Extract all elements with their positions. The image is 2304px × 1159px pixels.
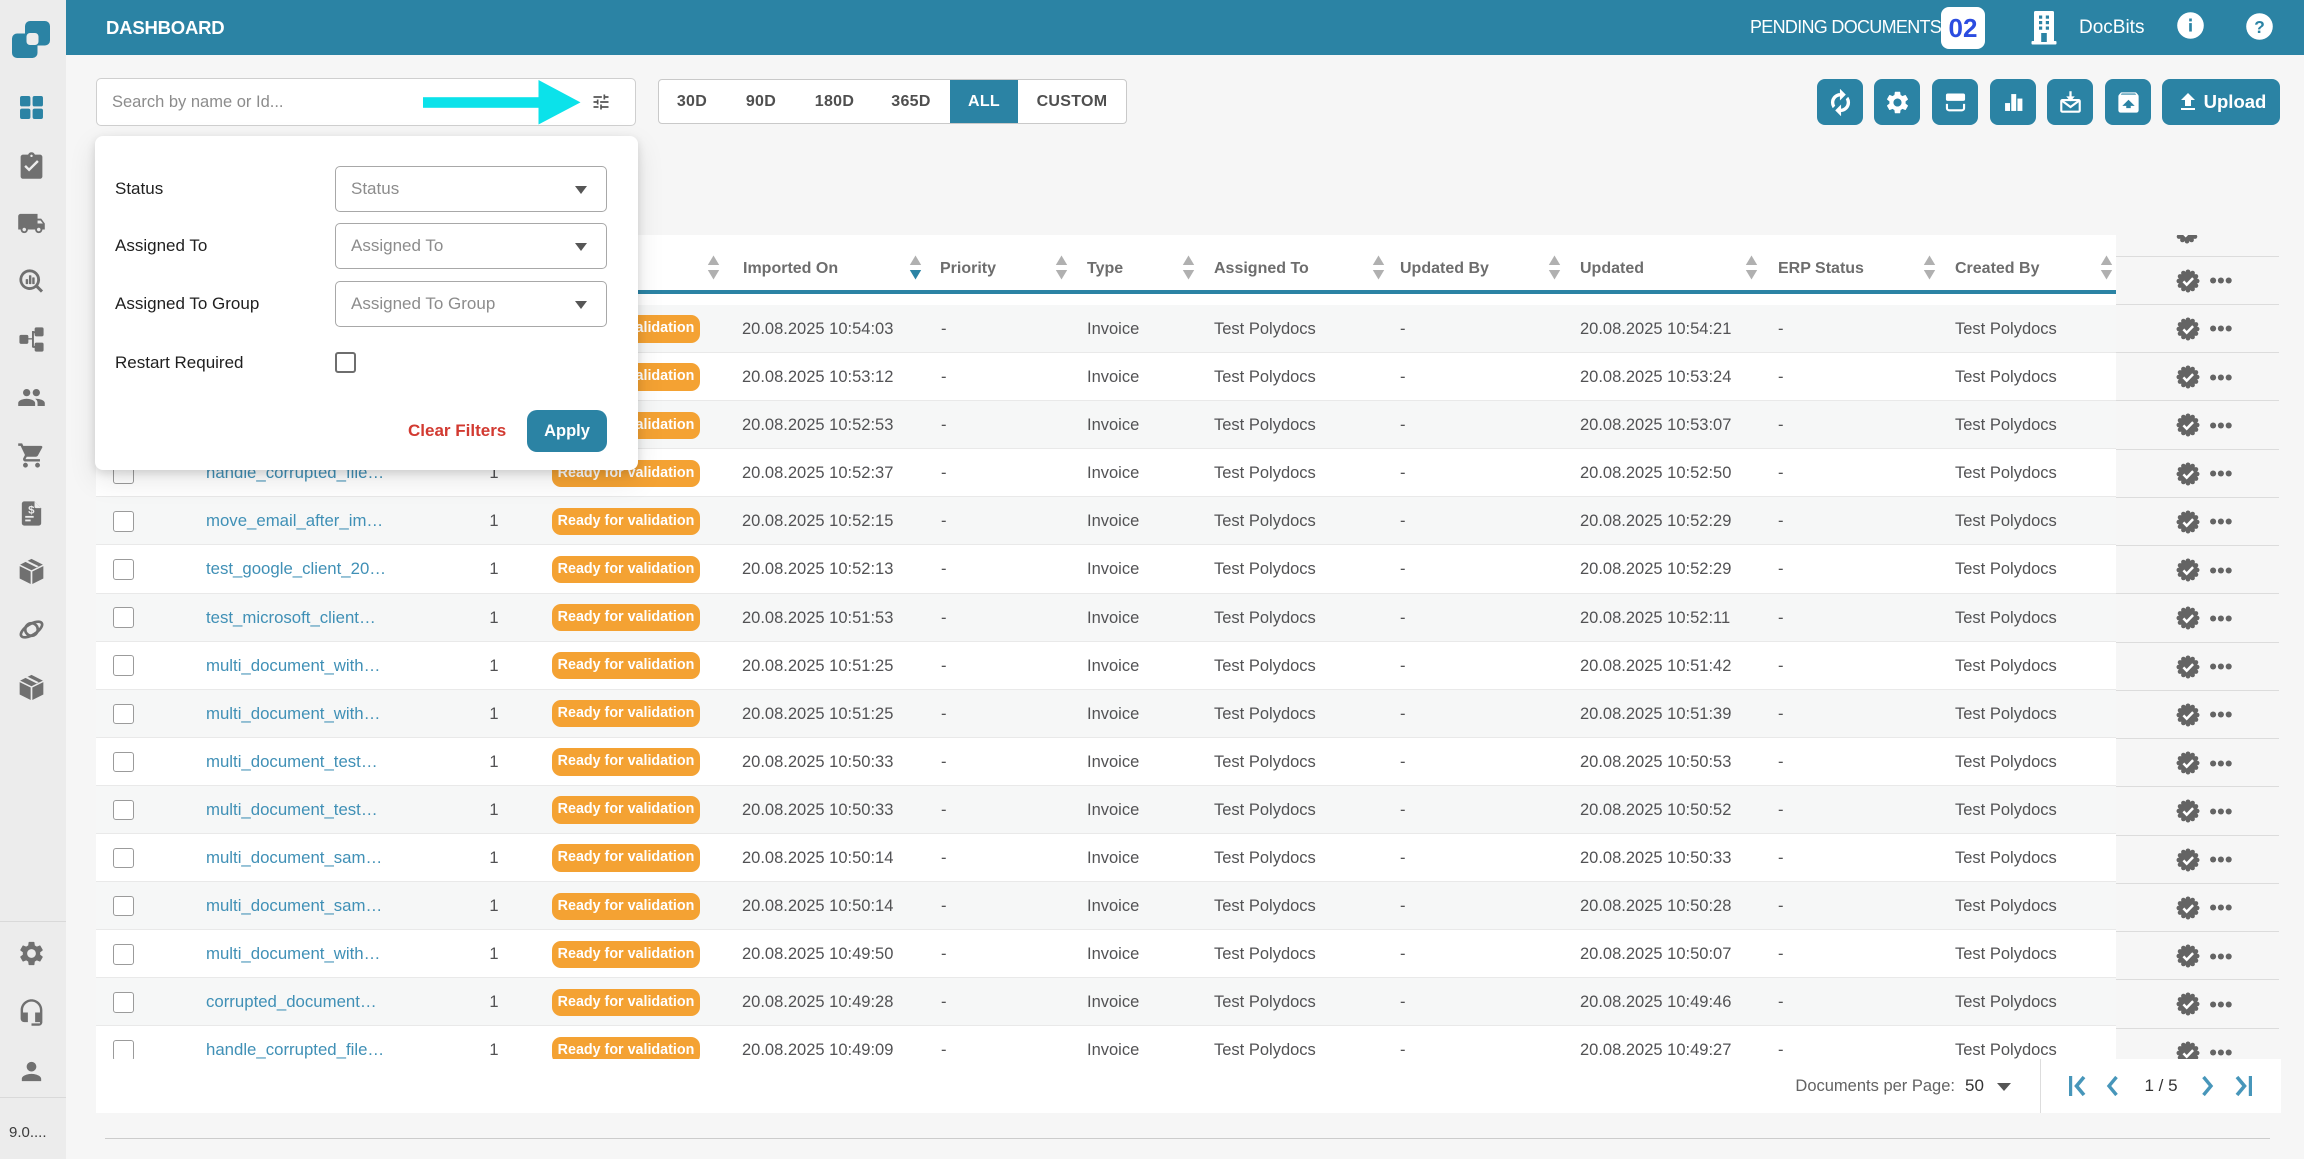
svg-text:?: ? [2254,16,2265,36]
svg-text:$: $ [28,504,35,516]
